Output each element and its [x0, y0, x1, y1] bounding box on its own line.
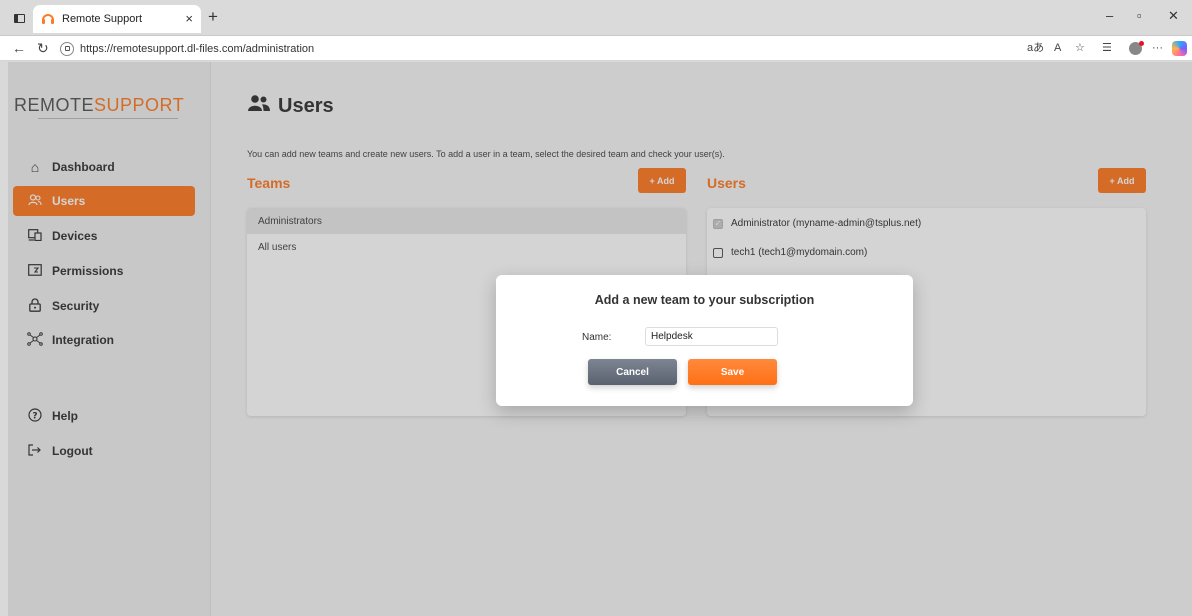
new-tab-button[interactable]: + — [208, 8, 218, 26]
profile-icon[interactable] — [1129, 41, 1144, 55]
restore-button[interactable]: ▫ — [1137, 8, 1142, 23]
minimize-button[interactable]: – — [1106, 8, 1113, 23]
tab-actions-icon[interactable] — [8, 8, 30, 28]
close-tab-icon[interactable]: × — [185, 11, 193, 26]
tab-title: Remote Support — [62, 13, 143, 25]
font-icon[interactable]: A — [1054, 41, 1061, 55]
favorite-star-icon[interactable]: ☆ — [1075, 41, 1085, 55]
save-button[interactable]: Save — [688, 359, 777, 385]
more-icon[interactable]: ··· — [1152, 41, 1163, 55]
dialog-title: Add a new team to your subscription — [594, 293, 815, 307]
collections-icon[interactable]: ☰ — [1102, 41, 1112, 55]
back-arrow-icon[interactable]: ← — [12, 40, 26, 56]
read-aloud-icon[interactable]: aあ — [1027, 41, 1044, 55]
browser-tab-bar: Remote Support × + – ▫ ✕ — [0, 0, 1192, 36]
refresh-icon[interactable]: ↻ — [37, 40, 49, 56]
team-name-input[interactable] — [645, 327, 778, 346]
add-team-dialog: Add a new team to your subscription Name… — [496, 275, 913, 406]
team-name-label: Name: — [582, 332, 612, 343]
copilot-icon[interactable] — [1172, 41, 1187, 56]
headset-favicon-icon — [41, 12, 55, 26]
browser-address-bar: ← ↻ https://remotesupport.dl-files.com/a… — [0, 36, 1192, 61]
browser-tab[interactable]: Remote Support × — [33, 5, 201, 33]
close-window-button[interactable]: ✕ — [1168, 8, 1179, 24]
url-field[interactable]: https://remotesupport.dl-files.com/admin… — [60, 39, 1012, 58]
site-info-icon[interactable] — [60, 41, 74, 56]
url-text: https://remotesupport.dl-files.com/admin… — [80, 42, 315, 55]
cancel-button[interactable]: Cancel — [588, 359, 677, 385]
